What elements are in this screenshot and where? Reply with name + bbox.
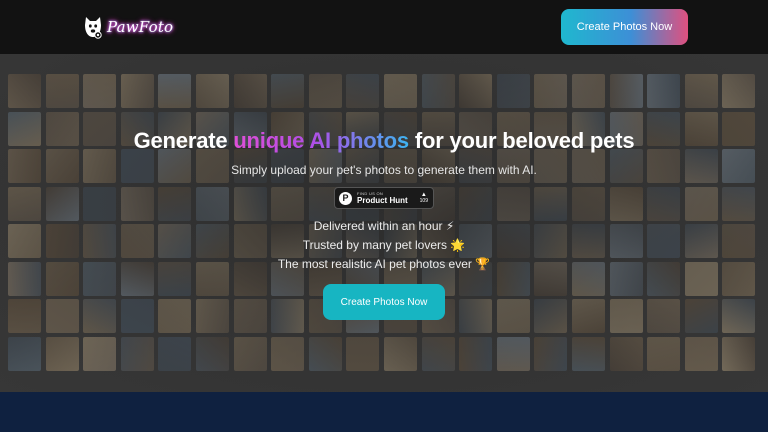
feature-delivery: Delivered within an hour ⚡: [313, 219, 455, 233]
logo[interactable]: PawFoto: [82, 12, 173, 42]
next-section-band: [0, 392, 768, 432]
upvote-count: 109: [419, 198, 428, 204]
dog-head-icon: [85, 17, 102, 39]
top-navigation: PawFoto Create Photos Now: [0, 0, 768, 54]
headline-pre: Generate: [133, 128, 234, 153]
headline-post: for your beloved pets: [408, 128, 635, 153]
headline-highlight: unique AI photos: [233, 128, 409, 153]
create-photos-button-header[interactable]: Create Photos Now: [561, 9, 688, 45]
product-hunt-logo-icon: P: [339, 191, 352, 205]
feature-realistic: The most realistic AI pet photos ever 🏆: [277, 257, 491, 271]
create-photos-button-hero[interactable]: Create Photos Now: [323, 284, 445, 320]
product-hunt-name: Product Hunt: [357, 195, 408, 205]
product-hunt-caption: FIND US ON: [357, 190, 384, 196]
product-hunt-badge[interactable]: P FIND US ON Product Hunt ▲ 109: [334, 187, 434, 209]
hero-headline: Generate unique AI photos for your belov…: [0, 128, 768, 154]
logo-text: PawFoto: [107, 18, 174, 36]
product-hunt-votes: ▲ 109: [420, 192, 428, 204]
hero-subheadline: Simply upload your pet's photos to gener…: [231, 163, 537, 177]
feature-trusted: Trusted by many pet lovers 🌟: [302, 238, 466, 252]
